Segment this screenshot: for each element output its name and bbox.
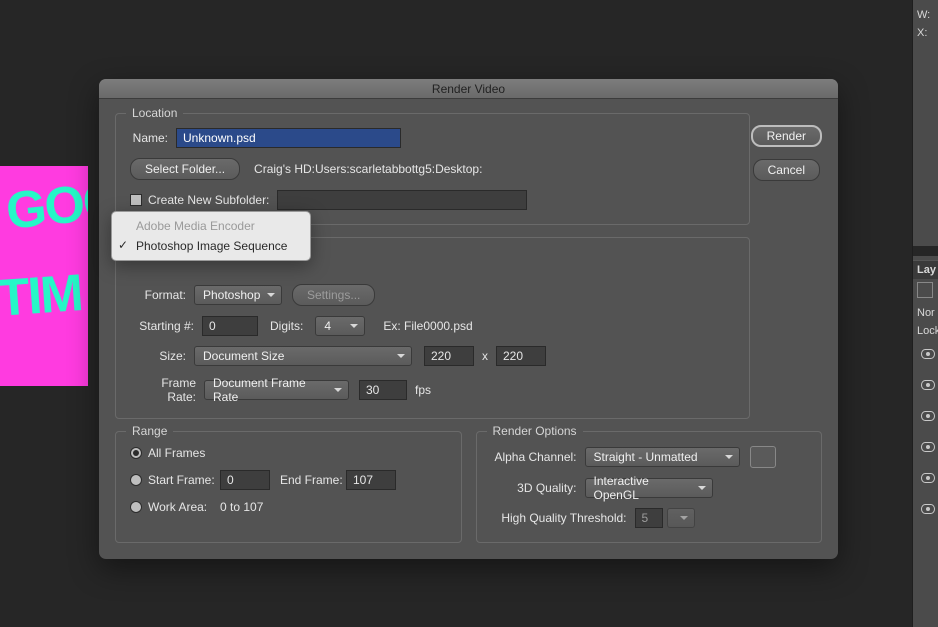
blend-mode-select[interactable]: Nor [913, 304, 938, 322]
create-subfolder-checkbox[interactable] [130, 194, 142, 206]
panel-layers-tab[interactable]: Lay [913, 260, 938, 279]
visibility-eye-icon[interactable] [921, 473, 935, 483]
start-frame-label: Start Frame: [148, 473, 220, 487]
starting-number-label: Starting #: [130, 319, 194, 333]
all-frames-label: All Frames [148, 446, 205, 460]
end-frame-input[interactable] [346, 470, 396, 490]
end-frame-label: End Frame: [280, 473, 346, 487]
framerate-preset-select[interactable]: Document Frame Rate [204, 380, 349, 400]
hq-threshold-input [635, 508, 663, 528]
format-select[interactable]: Photoshop [194, 285, 282, 305]
transform-width-label: W: [913, 6, 938, 24]
layer-search[interactable] [913, 279, 938, 304]
layer-row[interactable] [913, 433, 938, 464]
visibility-eye-icon[interactable] [921, 349, 935, 359]
canvas-art: GOO TIM [0, 166, 88, 386]
radio-start-frame[interactable] [130, 474, 142, 486]
location-legend: Location [126, 106, 183, 120]
render-options-legend: Render Options [487, 424, 583, 438]
right-side-panels: W: X: Lay Nor Lock [912, 0, 938, 627]
subfolder-input[interactable] [277, 190, 527, 210]
digits-label: Digits: [270, 319, 303, 333]
filename-example: Ex: File0000.psd [383, 319, 472, 333]
framerate-label: Frame Rate: [130, 376, 196, 404]
alpha-color-swatch[interactable] [750, 446, 776, 468]
encoder-option-image-sequence[interactable]: ✓ Photoshop Image Sequence [112, 236, 310, 256]
starting-number-input[interactable] [202, 316, 258, 336]
quality-3d-select[interactable]: Interactive OpenGL [585, 478, 713, 498]
height-input[interactable] [496, 346, 546, 366]
name-label: Name: [130, 131, 168, 145]
work-area-label: Work Area: [148, 500, 220, 514]
transform-x-label: X: [913, 24, 938, 42]
alpha-channel-label: Alpha Channel: [491, 450, 577, 464]
checkmark-icon: ✓ [118, 238, 128, 252]
radio-all-frames[interactable] [130, 447, 142, 459]
start-frame-input[interactable] [220, 470, 270, 490]
dimension-separator: x [482, 349, 488, 363]
quality-3d-label: 3D Quality: [491, 481, 577, 495]
digits-select[interactable]: 4 [315, 316, 365, 336]
framerate-input[interactable] [359, 380, 407, 400]
fieldset-location: Location Name: Select Folder... Craig's … [115, 113, 750, 225]
visibility-eye-icon[interactable] [921, 442, 935, 452]
work-area-value: 0 to 107 [220, 500, 263, 514]
visibility-eye-icon[interactable] [921, 411, 935, 421]
layer-row[interactable] [913, 495, 938, 526]
size-preset-select[interactable]: Document Size [194, 346, 412, 366]
visibility-eye-icon[interactable] [921, 504, 935, 514]
cancel-button[interactable]: Cancel [753, 159, 820, 181]
alpha-channel-select[interactable]: Straight - Unmatted [585, 447, 740, 467]
render-button[interactable]: Render [751, 125, 822, 147]
create-subfolder-label: Create New Subfolder: [148, 193, 269, 207]
search-icon [917, 282, 933, 298]
encoder-option-label: Photoshop Image Sequence [136, 239, 287, 253]
art-text-line2: TIM [0, 263, 84, 329]
layer-row[interactable] [913, 402, 938, 433]
size-label: Size: [130, 349, 186, 363]
fieldset-image-sequence: Format: Photoshop Settings... Starting #… [115, 237, 750, 419]
render-video-dialog: Render Video Render Cancel Location Name… [99, 79, 838, 559]
folder-path: Craig's HD:Users:scarletabbottg5:Desktop… [254, 162, 482, 176]
hq-threshold-label: High Quality Threshold: [491, 511, 627, 525]
lock-label: Lock [913, 322, 938, 340]
name-input[interactable] [176, 128, 401, 148]
layer-row[interactable] [913, 464, 938, 495]
hq-threshold-stepper [667, 508, 695, 528]
radio-work-area[interactable] [130, 501, 142, 513]
dialog-titlebar[interactable]: Render Video [99, 79, 838, 99]
fieldset-render-options: Render Options Alpha Channel: Straight -… [476, 431, 823, 543]
range-legend: Range [126, 424, 173, 438]
layer-row[interactable] [913, 371, 938, 402]
format-label: Format: [130, 288, 186, 302]
settings-button: Settings... [292, 284, 375, 306]
encoder-option-ame: Adobe Media Encoder [112, 216, 310, 236]
framerate-unit: fps [415, 383, 431, 397]
visibility-eye-icon[interactable] [921, 380, 935, 390]
layer-row[interactable] [913, 340, 938, 371]
fieldset-range: Range All Frames Start Frame: End Frame: [115, 431, 462, 543]
select-folder-button[interactable]: Select Folder... [130, 158, 240, 180]
width-input[interactable] [424, 346, 474, 366]
encoder-dropdown-popup: Adobe Media Encoder ✓ Photoshop Image Se… [111, 211, 311, 261]
art-text-line1: GOO [3, 170, 88, 242]
dialog-actions: Render Cancel [751, 125, 822, 181]
